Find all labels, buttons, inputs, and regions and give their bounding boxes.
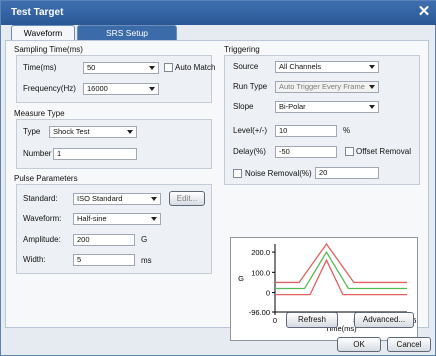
frequency-dropdown[interactable]: 16000	[83, 83, 159, 95]
y-axis-label: G	[238, 274, 244, 283]
source-label: Source	[233, 62, 259, 71]
waveform-label: Waveform:	[23, 214, 62, 223]
level-label: Level(+/-)	[233, 126, 268, 135]
dialog-window: Test Target ✕ Waveform Setup SRS Setup S…	[0, 0, 436, 356]
pulse-section: Standard: ISO Standard Edit... Waveform:…	[16, 184, 212, 274]
amplitude-label: Amplitude:	[23, 235, 61, 244]
number-label: Number	[23, 149, 52, 158]
slope-dropdown[interactable]: Bi-Polar	[275, 101, 379, 113]
delay-label: Delay(%)	[233, 147, 266, 156]
noise-removal-input[interactable]: 20	[315, 167, 379, 179]
run-type-label: Run Type	[233, 82, 268, 91]
type-dropdown[interactable]: Shock Test	[49, 126, 137, 138]
source-dropdown[interactable]: All Channels	[275, 61, 379, 73]
type-label: Type	[23, 127, 41, 136]
tab-srs-setup[interactable]: SRS Setup	[77, 25, 177, 41]
time-dropdown[interactable]: 50	[83, 62, 159, 74]
width-unit: ms	[141, 256, 152, 265]
amplitude-unit: G	[141, 235, 148, 244]
cancel-button[interactable]: Cancel	[387, 337, 431, 352]
level-input[interactable]: 10	[275, 125, 337, 137]
auto-match-label: Auto Match	[175, 63, 216, 72]
sampling-section-title: Sampling Time(ms)	[14, 45, 83, 54]
standard-dropdown[interactable]: ISO Standard	[73, 193, 161, 205]
measure-section-title: Measure Type	[14, 109, 65, 118]
delay-input[interactable]: -50	[275, 146, 337, 158]
level-unit: %	[343, 126, 351, 135]
advanced-button[interactable]: Advanced...	[354, 312, 414, 328]
trigger-section: Source All Channels Run Type Auto Trigge…	[224, 55, 420, 185]
trigger-section-title: Triggering	[224, 45, 260, 54]
noise-removal-label: Noise Removal(%)	[245, 169, 312, 178]
width-input[interactable]: 5	[73, 254, 135, 266]
noise-removal-checkbox[interactable]	[233, 169, 242, 178]
tab-waveform-setup[interactable]: Waveform Setup	[11, 25, 75, 53]
y-tick-label: 200.0	[251, 248, 270, 257]
x-tick-label: 0	[273, 316, 277, 325]
offset-removal-checkbox[interactable]	[345, 147, 354, 156]
waveform-dropdown[interactable]: Half-sine	[73, 213, 161, 225]
width-label: Width:	[23, 255, 46, 264]
number-input[interactable]: 1	[53, 148, 137, 160]
ok-button[interactable]: OK	[337, 337, 381, 352]
y-tick-label: -96.00	[249, 308, 270, 317]
window-title: Test Target	[11, 7, 64, 18]
title-bar: Test Target ✕	[1, 1, 436, 25]
time-label: Time(ms)	[23, 63, 57, 72]
offset-removal-label: Offset Removal	[356, 147, 411, 156]
slope-label: Slope	[233, 102, 254, 111]
y-tick-label: 100.0	[251, 268, 270, 277]
tab-panel: Sampling Time(ms) Time(ms) 50 Auto Match…	[5, 40, 429, 341]
standard-label: Standard:	[23, 194, 58, 203]
y-tick-label: 0	[266, 289, 270, 298]
measure-section: Type Shock Test Number 1	[16, 119, 212, 169]
edit-button[interactable]: Edit...	[169, 191, 205, 206]
close-icon[interactable]: ✕	[415, 3, 433, 21]
refresh-button[interactable]: Refresh	[286, 312, 338, 328]
amplitude-input[interactable]: 200	[73, 234, 135, 246]
sampling-section: Time(ms) 50 Auto Match Frequency(Hz) 160…	[16, 55, 216, 103]
run-type-dropdown[interactable]: Auto Trigger Every Frame	[275, 81, 379, 93]
pulse-section-title: Pulse Parameters	[14, 174, 78, 183]
auto-match-checkbox[interactable]	[164, 63, 173, 72]
frequency-label: Frequency(Hz)	[23, 84, 76, 93]
